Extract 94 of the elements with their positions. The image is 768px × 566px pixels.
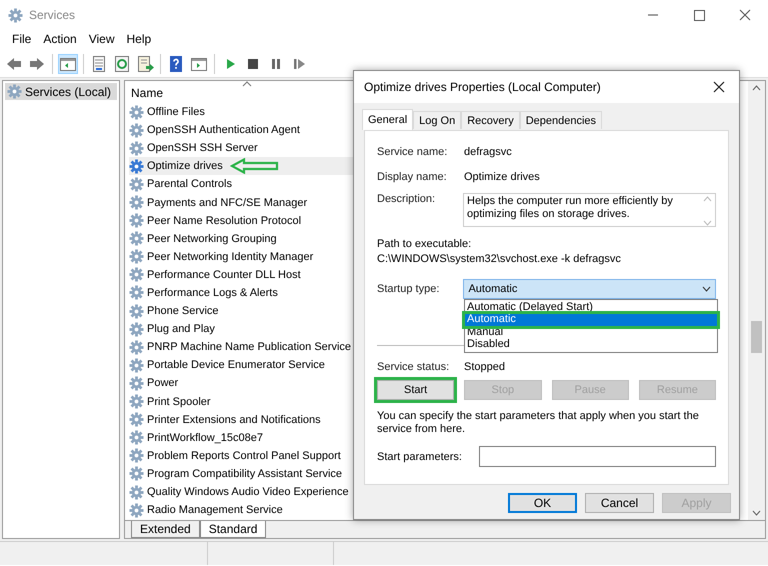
tree-item[interactable]: Services (Local) [5, 83, 117, 100]
gear-icon [129, 231, 144, 246]
service-name[interactable]: Quality Windows Audio Video Experience [147, 486, 349, 498]
gear-icon [129, 176, 144, 192]
status-value: Stopped [464, 361, 505, 373]
startup-type-dropdown[interactable]: Automatic [463, 279, 716, 299]
gear-icon [129, 394, 144, 410]
gear-icon [129, 322, 144, 337]
field-label: Display name: [377, 170, 448, 182]
dropdown-option[interactable]: Automatic (Delayed Start) [465, 301, 717, 314]
field-label: Service name: [377, 146, 448, 158]
service-name[interactable]: OpenSSH SSH Server [147, 142, 258, 154]
start-parameters-field[interactable] [479, 446, 716, 467]
gear-icon [129, 484, 144, 500]
service-name[interactable]: Printer Extensions and Notifications [147, 414, 321, 426]
service-name[interactable]: Parental Controls [147, 178, 232, 190]
path-value: C:\WINDOWS\system32\svchost.exe -k defragsvc [377, 253, 622, 265]
scroll-down-icon[interactable] [752, 510, 761, 516]
gear-icon [129, 412, 144, 428]
field-label: Service status: [377, 361, 450, 373]
view-tab[interactable]: Extended [131, 521, 200, 538]
scroll-arrows-icon [703, 195, 712, 227]
gear-icon [7, 84, 22, 99]
service-name[interactable]: Performance Counter DLL Host [147, 268, 301, 281]
service-name[interactable]: PNRP Machine Name Publication Service [147, 341, 351, 354]
chevron-down-icon [702, 286, 711, 292]
service-name[interactable]: Offline Files [147, 106, 205, 118]
gear-icon [129, 466, 144, 482]
dialog-button[interactable]: Cancel [585, 493, 654, 513]
field-value: Optimize drives [464, 170, 540, 182]
gear-icon [129, 195, 144, 210]
menu-item[interactable]: Action [37, 30, 83, 50]
service-name[interactable]: OpenSSH Authentication Agent [147, 124, 300, 136]
export-icon[interactable] [136, 54, 154, 72]
menu-item[interactable]: File [6, 30, 38, 50]
service-name[interactable]: Peer Name Resolution Protocol [147, 214, 302, 227]
gear-icon [129, 158, 144, 174]
gear-icon [129, 358, 144, 373]
service-name[interactable]: PrintWorkflow_15c08e7 [147, 432, 263, 444]
service-name[interactable]: Peer Networking Identity Manager [147, 250, 314, 263]
gear-icon [129, 502, 144, 518]
dialog-tab[interactable]: Recovery [461, 111, 520, 129]
gear-icon [129, 285, 144, 300]
gear-icon [129, 249, 144, 264]
gear-icon [129, 376, 144, 391]
field-value: defragsvc [464, 146, 512, 158]
menu-item[interactable]: Help [120, 30, 158, 50]
field-label: Startup type: [377, 283, 440, 295]
gear-icon [129, 267, 144, 282]
dialog-tab[interactable]: General [362, 109, 414, 130]
field-label: Description: [377, 193, 436, 207]
gear-icon [129, 122, 144, 138]
view-tab[interactable]: Standard [200, 521, 266, 538]
service-name[interactable]: Plug and Play [147, 323, 215, 336]
service-name[interactable]: Optimize drives [147, 160, 223, 172]
service-name[interactable]: Print Spooler [147, 396, 211, 408]
menu-item[interactable]: View [82, 30, 120, 50]
field-label: Path to executable: [377, 238, 472, 250]
service-name[interactable]: Performance Logs & Alerts [147, 286, 278, 299]
hint-text: You can specify the start parameters that apply when you start the service from here. [377, 410, 700, 436]
gear-icon [129, 340, 144, 355]
service-name[interactable]: Payments and NFC/SE Manager [147, 196, 308, 209]
service-name[interactable]: Peer Networking Grouping [147, 232, 277, 245]
dialog-title: Optimize drives Properties (Local Computer) [364, 80, 601, 94]
service-name[interactable]: Problem Reports Control Panel Support [147, 450, 341, 462]
service-button[interactable]: Start [377, 380, 454, 400]
description-box: Helps the computer run more efficiently by optimizing files on storage drives. [463, 193, 716, 227]
gear-icon [8, 8, 23, 22]
service-name[interactable]: Phone Service [147, 305, 219, 318]
gear-icon [129, 213, 144, 228]
column-header[interactable]: Name [129, 81, 349, 103]
dropdown-option[interactable]: Automatic [465, 314, 717, 326]
gear-icon [129, 104, 144, 120]
service-name[interactable]: Radio Management Service [147, 504, 283, 516]
gear-icon [129, 430, 144, 446]
help-icon[interactable] [167, 54, 185, 72]
scrollbar[interactable] [748, 81, 765, 520]
sort-caret-icon [242, 81, 252, 87]
gear-icon [129, 140, 144, 156]
scroll-up-icon[interactable] [752, 85, 761, 91]
dialog-button[interactable]: OK [508, 493, 577, 513]
scroll-thumb[interactable] [751, 321, 762, 353]
properties-icon[interactable] [90, 54, 108, 72]
gear-icon [129, 448, 144, 464]
dialog-tab[interactable]: Log On [413, 111, 462, 129]
refresh-icon[interactable] [113, 54, 131, 72]
window-title: Services [29, 8, 76, 22]
dialog-tab[interactable]: Dependencies [520, 111, 602, 129]
service-name[interactable]: Program Compatibility Assistant Service [147, 468, 342, 480]
dropdown-option[interactable]: Disabled [465, 338, 717, 351]
gear-icon [129, 304, 144, 319]
service-name[interactable]: Power [147, 377, 178, 390]
field-label: Start parameters: [377, 450, 463, 462]
service-name[interactable]: Portable Device Enumerator Service [147, 359, 325, 372]
